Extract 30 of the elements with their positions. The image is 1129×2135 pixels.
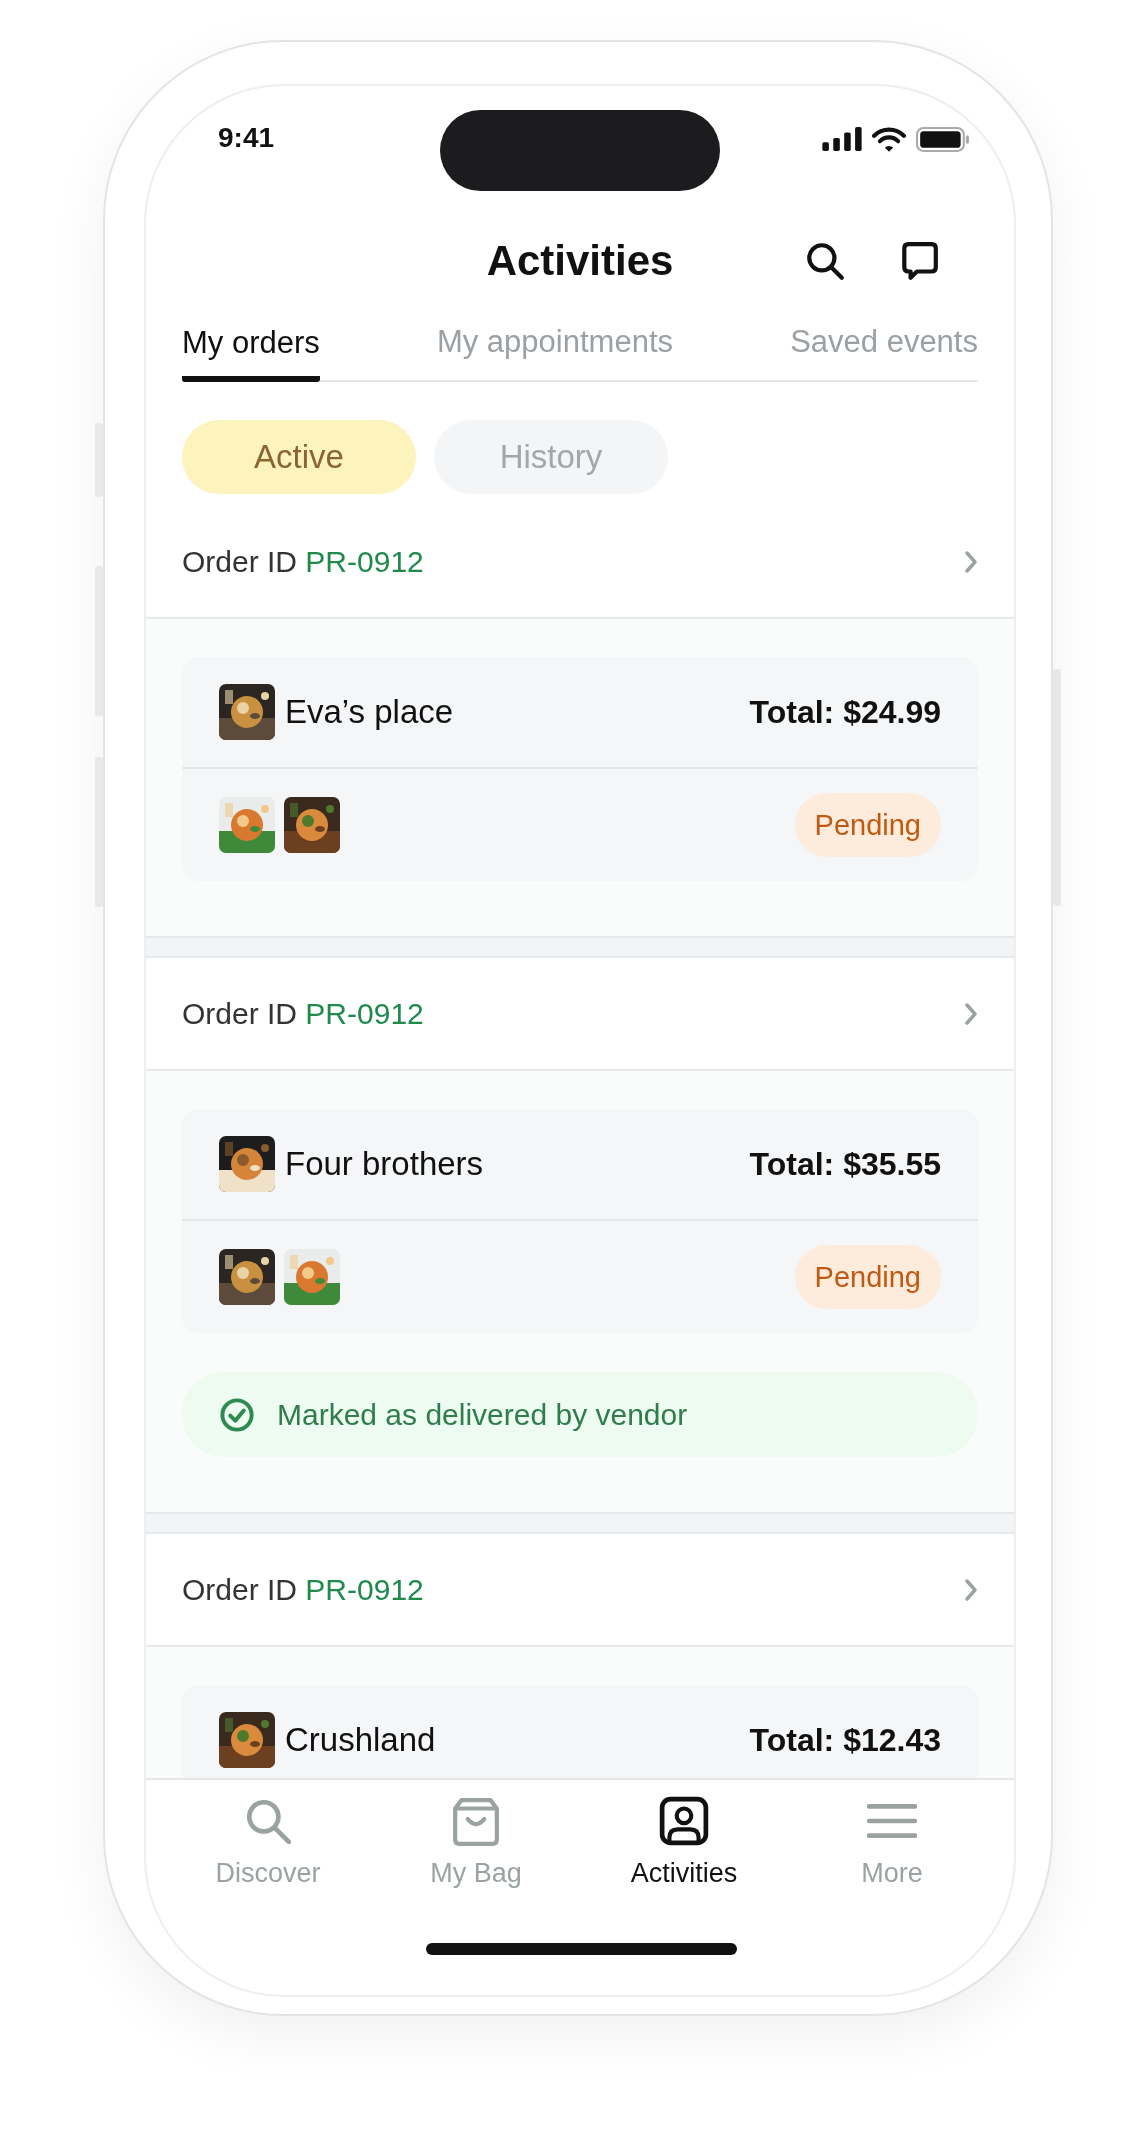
- order-total: Total: $35.55: [749, 1145, 941, 1183]
- order-card[interactable]: Crushland Total: $12.43: [182, 1685, 978, 1778]
- nav-item[interactable]: Activities: [580, 1780, 788, 1930]
- screen-title: Activities: [486, 237, 674, 285]
- wifi-icon: [872, 126, 906, 152]
- search-icon[interactable]: [804, 240, 846, 282]
- tab[interactable]: My orders: [182, 318, 320, 382]
- check-circle-icon: [219, 1396, 255, 1433]
- profile-icon: [659, 1796, 709, 1846]
- signal-icon: [822, 127, 862, 151]
- status-time: 9:41: [218, 122, 275, 154]
- delivery-note-text: Marked as delivered by vendor: [277, 1397, 688, 1432]
- chevron-right-icon: [964, 1577, 978, 1602]
- status-badge: Pending: [794, 793, 941, 857]
- order-card[interactable]: Eva’s place Total: $24.99 Pending: [182, 657, 978, 881]
- order-id: Order ID PR-0912: [182, 1572, 424, 1607]
- order-total: Total: $12.43: [749, 1721, 941, 1759]
- order-card[interactable]: Four brothers Total: $35.55 Pending: [182, 1109, 978, 1333]
- chevron-right-icon: [964, 1001, 978, 1026]
- vendor-name: Eva’s place: [285, 693, 455, 731]
- battery-icon: [916, 126, 970, 152]
- order-id: Order ID PR-0912: [182, 996, 424, 1031]
- bag-icon: [451, 1796, 501, 1846]
- vendor-name: Crushland: [285, 1721, 437, 1759]
- order-total: Total: $24.99: [749, 693, 941, 731]
- vendor-name: Four brothers: [285, 1145, 485, 1183]
- status-badge: Pending: [794, 1245, 941, 1309]
- chevron-right-icon: [964, 549, 978, 574]
- filter-chip[interactable]: Active: [182, 420, 416, 494]
- order-id: Order ID PR-0912: [182, 544, 424, 579]
